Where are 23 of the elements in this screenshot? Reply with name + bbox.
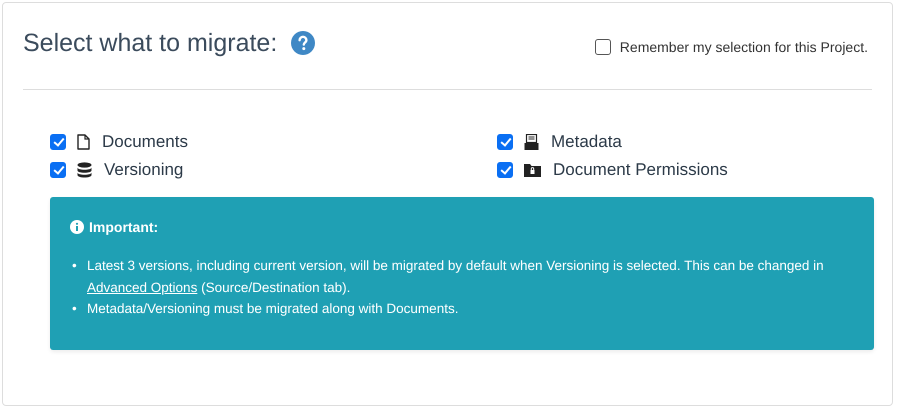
bullet: • [71,300,78,318]
option-label: Documents [102,132,188,152]
document-icon [77,134,90,150]
option-label: Metadata [551,132,622,152]
note-text: Latest 3 versions, including current version, will be migrated by default when Versioning is selected. This can be changed in Advanced Options (Source/Destination tab). [87,257,825,297]
checkbox[interactable] [594,39,611,55]
info-icon [70,220,84,234]
checkbox-label: Remember my selection for this Project. [620,39,868,55]
checkbox[interactable] [50,162,66,178]
checkbox[interactable] [497,162,513,178]
database-icon [77,162,92,178]
archive-icon [524,134,539,150]
alert-heading: Important: [89,219,158,235]
bullet: • [71,257,78,275]
note-text: Metadata/Versioning must be migrated along with Documents. [87,300,458,318]
help-icon[interactable] [291,31,316,55]
advanced-options-link[interactable]: Advanced Options [87,280,198,294]
option-label: Document Permissions [553,160,728,180]
option-label: Versioning [104,160,184,180]
section-title: Select what to migrate: [23,28,278,58]
checkbox[interactable] [497,134,513,150]
locked-folder-icon [524,163,541,177]
checkbox[interactable] [50,134,66,150]
